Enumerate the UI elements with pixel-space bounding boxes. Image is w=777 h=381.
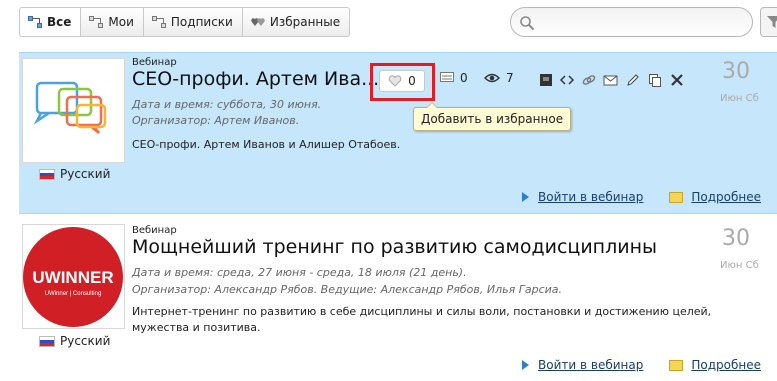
- event-month-weekday: Июн Сб: [720, 93, 759, 104]
- language-text: Русский: [60, 334, 111, 348]
- event-type: Вебинар: [132, 57, 177, 68]
- russia-flag-icon: [39, 335, 55, 347]
- views-counter: 7: [484, 71, 514, 85]
- logo-text-main: UWINNER: [32, 268, 113, 287]
- document-icon: [669, 359, 684, 371]
- join-webinar-link[interactable]: Войти в вебинар: [538, 358, 643, 372]
- card-actions: Войти в вебинар Подробнее: [522, 190, 761, 204]
- comments-count: 0: [460, 71, 468, 85]
- code-icon[interactable]: [559, 72, 575, 88]
- heart-icon: [388, 75, 402, 87]
- webinar-card[interactable]: Русский Вебинар СЕО-профи. Артем Ива... …: [19, 52, 777, 214]
- logo-text-sub: UWinner | Consulting: [45, 291, 102, 297]
- play-arrow-icon: [522, 192, 530, 202]
- favorite-button[interactable]: 0: [379, 70, 425, 92]
- close-icon[interactable]: [669, 72, 685, 88]
- favorites-count: 0: [408, 74, 416, 88]
- language-label: Русский: [39, 167, 110, 181]
- details-link[interactable]: Подробнее: [691, 190, 761, 204]
- event-type: Вебинар: [132, 225, 177, 236]
- views-count: 7: [506, 71, 514, 85]
- mail-icon[interactable]: [603, 72, 619, 88]
- uwinner-logo: UWINNER UWinner | Consulting: [23, 227, 123, 327]
- tab-label: Избранные: [269, 15, 341, 29]
- hearts-icon: [251, 16, 265, 28]
- tab-favorites[interactable]: Избранные: [241, 7, 351, 37]
- comment-icon: [440, 72, 454, 84]
- tab-label: Подписки: [170, 15, 233, 29]
- highlight-frame: 0: [370, 63, 435, 101]
- tab-label: Мои: [108, 15, 134, 29]
- event-organizer: Организатор: Артем Иванов.: [132, 114, 300, 127]
- event-description: СЕО-профи. Артем Иванов и Алишер Отабоев…: [132, 138, 401, 151]
- webinar-card[interactable]: UWINNER UWinner | Consulting Русский Веб…: [19, 220, 777, 381]
- tooltip: Добавить в избранное: [413, 102, 572, 131]
- tab-all[interactable]: Все: [19, 7, 81, 37]
- embed-dark-icon[interactable]: [538, 72, 554, 88]
- webinar-thumbnail: UWINNER UWinner | Consulting: [22, 224, 125, 329]
- edit-icon[interactable]: [625, 72, 641, 88]
- comments-counter[interactable]: 0: [440, 71, 468, 85]
- tab-subscriptions[interactable]: Подписки: [142, 7, 242, 37]
- event-title[interactable]: Мощнейший тренинг по развитию самодисцип…: [132, 236, 657, 258]
- copy-icon[interactable]: [647, 72, 663, 88]
- join-webinar-link[interactable]: Войти в вебинар: [538, 190, 643, 204]
- chat-bubbles-logo: [33, 81, 107, 134]
- event-title[interactable]: СЕО-профи. Артем Ива...: [132, 68, 379, 90]
- link-icon[interactable]: [581, 72, 597, 88]
- event-organizer: Организатор: Александр Рябов. Ведущие: А…: [132, 283, 563, 296]
- event-description: Интернет-тренинг по развитию в себе дисц…: [132, 305, 712, 334]
- webinar-thumbnail: [22, 58, 125, 163]
- filter-button[interactable]: [760, 7, 777, 37]
- funnel-icon: [766, 15, 777, 32]
- document-icon: [669, 191, 684, 203]
- network-icon: [28, 16, 42, 28]
- russia-flag-icon: [39, 168, 55, 180]
- search-input[interactable]: [510, 7, 753, 37]
- card-actions: Войти в вебинар Подробнее: [522, 358, 761, 372]
- tab-my[interactable]: Мои: [80, 7, 143, 37]
- network-icon: [89, 16, 104, 28]
- details-link[interactable]: Подробнее: [691, 358, 761, 372]
- language-text: Русский: [60, 167, 111, 181]
- tab-label: Все: [47, 15, 72, 29]
- tooltip-text: Добавить в избранное: [421, 112, 564, 126]
- filter-tabs: Все Мои Подписки Избранные: [19, 7, 351, 37]
- language-label: Русский: [39, 334, 110, 348]
- event-month-weekday: Июн Сб: [720, 260, 759, 271]
- play-arrow-icon: [522, 360, 530, 370]
- network-icon: [151, 16, 166, 28]
- event-datetime: Дата и время: суббота, 30 июня.: [132, 98, 322, 111]
- event-datetime: Дата и время: среда, 27 июня - среда, 18…: [132, 266, 467, 279]
- eye-icon: [484, 73, 500, 83]
- event-day: 30: [722, 59, 750, 84]
- event-day: 30: [722, 226, 750, 251]
- search-icon: [519, 15, 535, 34]
